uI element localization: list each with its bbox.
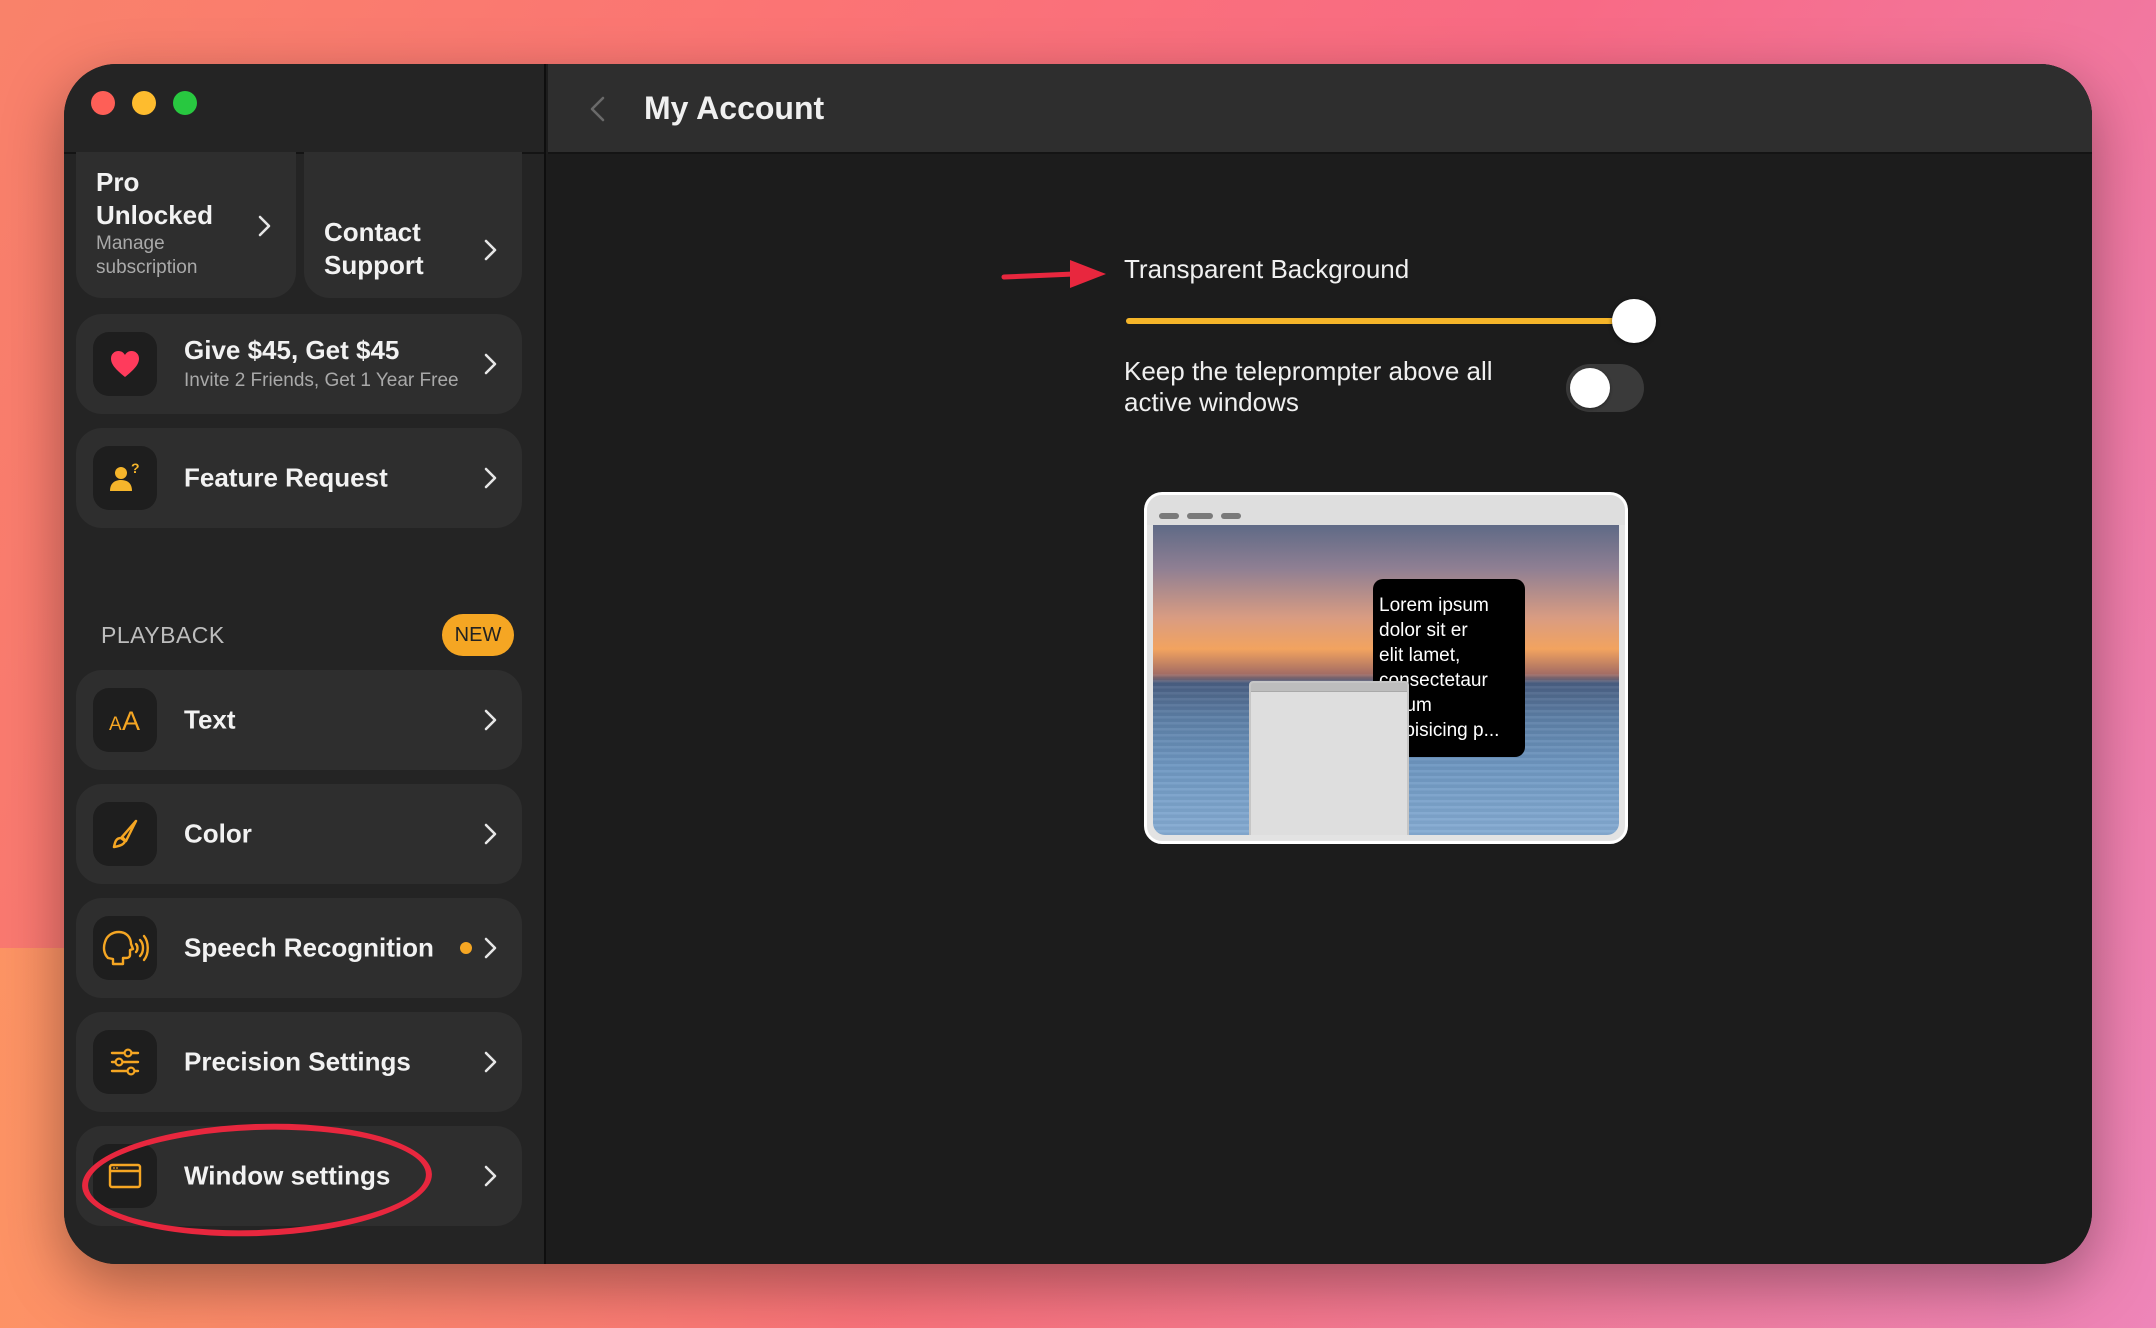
sidebar-item-text[interactable]: A A Text <box>76 670 522 770</box>
sidebar-item-window-settings-label: Window settings <box>184 1160 391 1191</box>
chevron-right-icon <box>484 823 497 845</box>
preview-dash <box>1187 513 1213 519</box>
chevron-right-icon <box>484 709 497 731</box>
brush-icon-box <box>93 802 157 866</box>
referral-card[interactable]: Give $45, Get $45 Invite 2 Friends, Get … <box>76 314 522 414</box>
brush-icon <box>112 819 138 849</box>
new-badge: NEW <box>442 614 514 656</box>
preview-dash <box>1221 513 1241 519</box>
keep-above-toggle[interactable] <box>1566 364 1644 412</box>
svg-text:A: A <box>122 706 140 735</box>
sidebar-item-window-settings[interactable]: Window settings <box>76 1126 522 1226</box>
close-window-button[interactable] <box>91 91 115 115</box>
main-panel: My Account Transparent Background Keep t… <box>548 64 2092 1264</box>
window-icon <box>108 1163 142 1189</box>
sidebar-item-speech-recognition[interactable]: Speech Recognition <box>76 898 522 998</box>
manage-subscription-line1: Manage <box>96 233 165 254</box>
heart-icon-box <box>93 332 157 396</box>
support-title-line2: Support <box>324 250 424 280</box>
chevron-right-icon <box>484 467 497 489</box>
minimize-window-button[interactable] <box>132 91 156 115</box>
annotation-arrow-icon <box>1001 260 1106 288</box>
sidebar-item-color[interactable]: Color <box>76 784 522 884</box>
sidebar-item-text-label: Text <box>184 704 236 735</box>
speaking-head-icon <box>102 930 149 966</box>
person-question-icon-box: ? <box>93 446 157 510</box>
keep-above-label-line1: Keep the teleprompter above all <box>1124 356 1493 386</box>
chevron-right-icon <box>484 353 497 375</box>
zoom-window-button[interactable] <box>173 91 197 115</box>
feature-request-label: Feature Request <box>184 462 388 493</box>
preview-sunset-scene: Lorem ipsum dolor sit er elit lamet, con… <box>1153 525 1619 835</box>
svg-text:A: A <box>109 714 122 735</box>
referral-subtitle: Invite 2 Friends, Get 1 Year Free <box>184 370 459 391</box>
chevron-right-icon <box>484 1051 497 1073</box>
slider-thumb[interactable] <box>1612 299 1656 343</box>
pro-unlocked-card[interactable]: Pro Unlocked Manage subscription <box>76 152 296 298</box>
chevron-right-icon <box>484 239 497 261</box>
feature-request-card[interactable]: ? Feature Request <box>76 428 522 528</box>
preview-dash <box>1159 513 1179 519</box>
sliders-icon-box <box>93 1030 157 1094</box>
keep-above-label: Keep the teleprompter above all active w… <box>1124 356 1493 418</box>
svg-text:?: ? <box>131 461 140 476</box>
pro-title-line1: Pro <box>96 167 140 197</box>
window-icon-box <box>93 1144 157 1208</box>
referral-title: Give $45, Get $45 <box>184 335 400 365</box>
sidebar-item-speech-recognition-label: Speech Recognition <box>184 932 434 963</box>
sidebar: Pro Unlocked Manage subscription Contact… <box>64 64 546 1264</box>
app-window: Pro Unlocked Manage subscription Contact… <box>64 64 2092 1264</box>
transparent-background-label: Transparent Background <box>1124 254 1410 284</box>
title-bar: My Account <box>548 64 2092 154</box>
support-title-line1: Contact <box>324 217 421 247</box>
slider-fill <box>1126 318 1634 324</box>
sidebar-item-color-label: Color <box>184 818 252 849</box>
speaking-head-icon-box <box>93 916 157 980</box>
window-controls <box>91 91 197 115</box>
contact-support-card[interactable]: Contact Support <box>304 152 522 298</box>
pro-title-line2: Unlocked <box>96 200 214 230</box>
page-title: My Account <box>644 90 825 126</box>
chevron-right-icon <box>484 937 497 959</box>
sidebar-item-precision-settings[interactable]: Precision Settings <box>76 1012 522 1112</box>
preview-title-bar <box>1147 495 1625 525</box>
chevron-right-icon <box>484 1165 497 1187</box>
back-chevron-icon[interactable] <box>584 95 612 123</box>
chevron-right-icon <box>258 215 271 237</box>
sliders-icon <box>110 1048 140 1076</box>
keep-above-label-line2: active windows <box>1124 387 1299 417</box>
status-dot-indicator <box>460 942 472 954</box>
manage-subscription-line2: subscription <box>96 257 198 278</box>
heart-icon <box>111 351 139 377</box>
text-size-icon-box: A A <box>93 688 157 752</box>
playback-section-label: PLAYBACK <box>101 622 225 648</box>
transparent-background-slider[interactable] <box>1126 299 1656 343</box>
toggle-knob <box>1570 368 1610 408</box>
sidebar-item-precision-settings-label: Precision Settings <box>184 1046 411 1077</box>
text-size-icon: A A <box>109 706 140 735</box>
preview-overlapping-window <box>1249 681 1409 835</box>
window-preview-image: Lorem ipsum dolor sit er elit lamet, con… <box>1144 492 1628 844</box>
person-question-icon: ? <box>110 461 140 491</box>
